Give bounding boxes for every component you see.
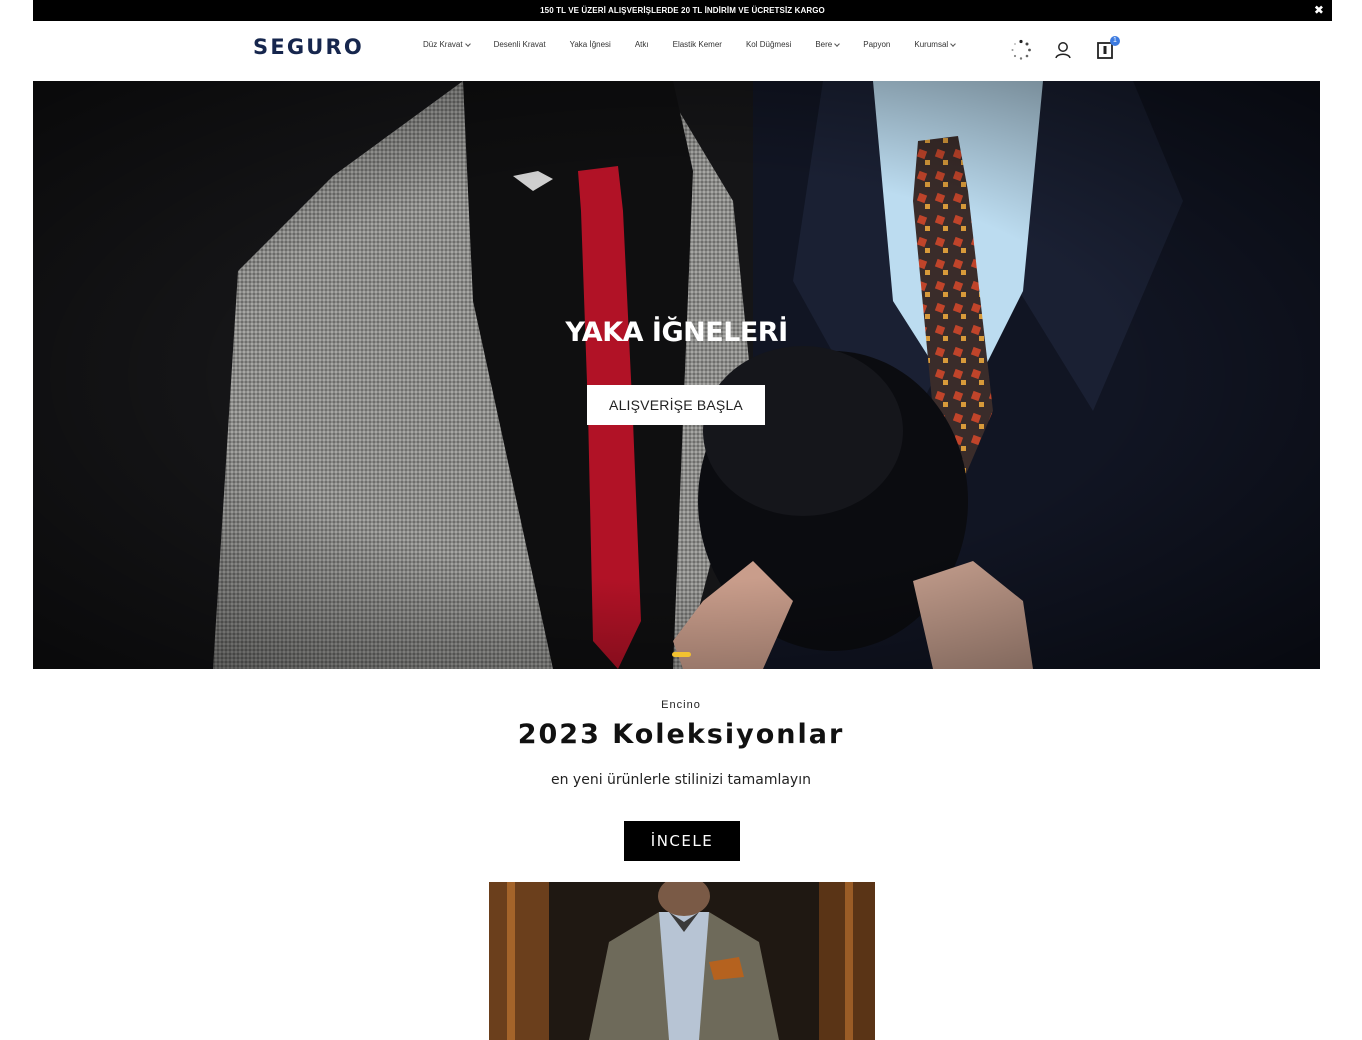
start-shopping-button[interactable]: ALIŞVERİŞE BAŞLA: [587, 385, 765, 425]
logo[interactable]: SEGURO: [253, 35, 364, 59]
cart-count-badge: 1: [1110, 36, 1120, 46]
nav-item-atki[interactable]: Atkı: [635, 40, 649, 49]
collection-title: 2023 Koleksiyonlar: [517, 719, 845, 750]
cart-icon[interactable]: 1: [1094, 36, 1120, 61]
announcement-text: 150 TL VE ÜZERİ ALIŞVERİŞLERDE 20 TL İND…: [540, 6, 825, 15]
nav-item-yaka-ignesi[interactable]: Yaka İğnesi: [570, 40, 611, 49]
nav-item-desenli-kravat[interactable]: Desenli Kravat: [494, 40, 546, 49]
chevron-down-icon: [464, 40, 471, 47]
chevron-down-icon: [834, 40, 841, 47]
loading-spinner-icon[interactable]: [1010, 39, 1032, 61]
hero-image: [33, 81, 1320, 669]
collection-photo: [489, 882, 875, 1040]
hero-slider: YAKA İĞNELERİ ALIŞVERİŞE BAŞLA: [33, 81, 1320, 669]
announcement-bar: 150 TL VE ÜZERİ ALIŞVERİŞLERDE 20 TL İND…: [33, 0, 1332, 21]
nav-item-papyon[interactable]: Papyon: [863, 40, 890, 49]
nav-item-kurumsal[interactable]: Kurumsal: [914, 40, 957, 49]
chevron-down-icon: [950, 40, 957, 47]
user-icon[interactable]: [1052, 39, 1074, 61]
hero-title: YAKA İĞNELERİ: [565, 317, 788, 348]
collection-image[interactable]: [489, 882, 875, 1040]
close-icon[interactable]: ✖: [1312, 3, 1326, 17]
nav-item-bere[interactable]: Bere: [815, 40, 841, 49]
main-nav: Düz Kravat Desenli Kravat Yaka İğnesi At…: [423, 40, 979, 49]
slider-dot-active[interactable]: [672, 652, 691, 657]
nav-item-elastik-kemer[interactable]: Elastik Kemer: [673, 40, 722, 49]
header-icons: 1: [1010, 36, 1136, 61]
nav-item-kol-dugmesi[interactable]: Kol Düğmesi: [746, 40, 791, 49]
site-header: SEGURO Düz Kravat Desenli Kravat Yaka İğ…: [0, 21, 1362, 81]
nav-item-duz-kravat[interactable]: Düz Kravat: [423, 40, 471, 49]
collection-eyebrow: Encino: [661, 699, 701, 711]
collection-subtitle: en yeni ürünlerle stilinizi tamamlayın: [551, 772, 811, 788]
inspect-button[interactable]: İNCELE: [624, 821, 740, 861]
